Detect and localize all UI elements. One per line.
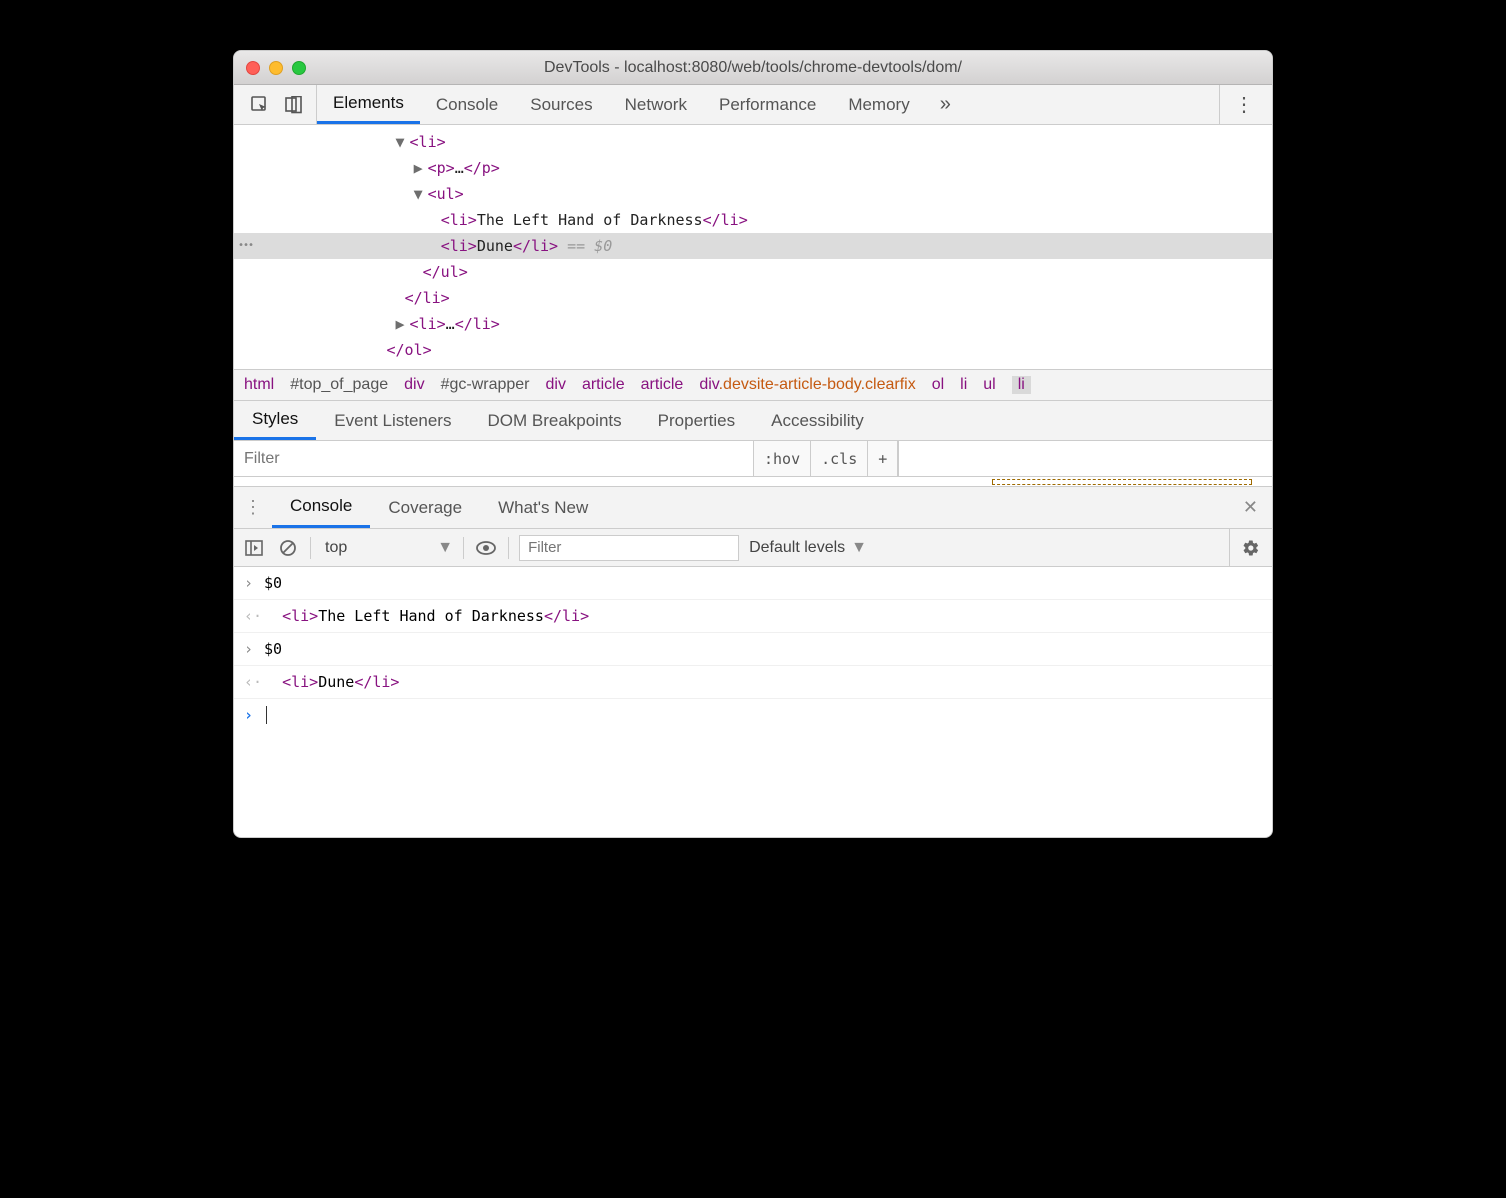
styles-filter-input[interactable] <box>234 441 754 476</box>
crumb[interactable]: div <box>546 376 566 394</box>
zoom-icon[interactable] <box>292 61 306 75</box>
window-title: DevTools - localhost:8080/web/tools/chro… <box>234 59 1272 77</box>
console-settings-icon[interactable] <box>1229 529 1264 566</box>
tab-styles[interactable]: Styles <box>234 401 316 440</box>
crumb[interactable]: ol <box>932 376 944 394</box>
dom-line[interactable]: ▼<ul> <box>234 181 1272 207</box>
devtools-window: DevTools - localhost:8080/web/tools/chro… <box>233 50 1273 838</box>
crumb[interactable]: article <box>641 376 684 394</box>
new-style-button[interactable]: + <box>868 441 898 476</box>
minimize-icon[interactable] <box>269 61 283 75</box>
drawer-tab-coverage[interactable]: Coverage <box>370 487 480 528</box>
context-label: top <box>325 539 347 557</box>
main-toolbar: Elements Console Sources Network Perform… <box>234 85 1272 125</box>
tab-memory[interactable]: Memory <box>832 85 925 124</box>
crumb[interactable]: #gc-wrapper <box>441 376 530 394</box>
console-sidebar-icon[interactable] <box>242 536 266 560</box>
tab-event-listeners[interactable]: Event Listeners <box>316 401 469 440</box>
styles-tabrow: Styles Event Listeners DOM Breakpoints P… <box>234 401 1272 441</box>
crumb[interactable]: #top_of_page <box>290 376 388 394</box>
dom-breadcrumb: html #top_of_page div #gc-wrapper div ar… <box>234 369 1272 401</box>
tab-sources[interactable]: Sources <box>514 85 608 124</box>
tab-accessibility[interactable]: Accessibility <box>753 401 882 440</box>
clear-console-icon[interactable] <box>276 536 300 560</box>
input-chevron-icon: › <box>244 637 264 661</box>
hov-button[interactable]: :hov <box>754 441 811 476</box>
close-icon[interactable] <box>246 61 260 75</box>
drawer-menu-icon[interactable]: ⋮ <box>234 497 272 518</box>
input-chevron-icon: › <box>244 571 264 595</box>
output-chevron-icon: ‹· <box>244 604 264 628</box>
tab-elements[interactable]: Elements <box>317 85 420 124</box>
tab-performance[interactable]: Performance <box>703 85 832 124</box>
box-model-preview <box>992 479 1252 485</box>
device-toolbar-icon[interactable] <box>280 91 308 119</box>
dom-line[interactable]: </ol> <box>234 337 1272 363</box>
crumb[interactable]: div <box>404 376 424 394</box>
crumb-active[interactable]: li <box>1012 376 1031 394</box>
console-toolbar: top ▼ Default levels ▼ <box>234 529 1272 567</box>
tab-console[interactable]: Console <box>420 85 514 124</box>
styles-body <box>234 477 1272 487</box>
console-output[interactable]: › $0 ‹· <li>The Left Hand of Darkness</l… <box>234 567 1272 837</box>
dom-line-selected[interactable]: <li>Dune</li> == $0 <box>234 233 1272 259</box>
toolbar-left-icons <box>238 85 317 124</box>
context-selector[interactable]: top ▼ <box>321 539 453 557</box>
console-prompt[interactable]: › <box>234 699 1272 731</box>
main-tabs: Elements Console Sources Network Perform… <box>317 85 1219 124</box>
inspect-icon[interactable] <box>246 91 274 119</box>
tab-dom-breakpoints[interactable]: DOM Breakpoints <box>469 401 639 440</box>
console-filter-input[interactable] <box>519 535 739 561</box>
crumb[interactable]: article <box>582 376 625 394</box>
chevron-down-icon: ▼ <box>851 539 867 557</box>
tab-overflow-icon[interactable]: » <box>926 93 965 116</box>
crumb[interactable]: html <box>244 376 274 394</box>
log-levels-selector[interactable]: Default levels ▼ <box>749 539 867 557</box>
settings-menu-icon[interactable]: ⋮ <box>1219 85 1268 124</box>
console-output-line[interactable]: ‹· <li>Dune</li> <box>234 666 1272 699</box>
dom-line[interactable]: </li> <box>234 285 1272 311</box>
text-cursor <box>266 706 267 724</box>
dom-line[interactable]: ▶<li>…</li> <box>234 311 1272 337</box>
drawer-tab-whatsnew[interactable]: What's New <box>480 487 606 528</box>
titlebar: DevTools - localhost:8080/web/tools/chro… <box>234 51 1272 85</box>
dom-line[interactable]: ▶<p>…</p> <box>234 155 1272 181</box>
crumb[interactable]: div.devsite-article-body.clearfix <box>699 376 915 394</box>
console-input-line[interactable]: › $0 <box>234 633 1272 666</box>
live-expression-icon[interactable] <box>474 536 498 560</box>
prompt-chevron-icon: › <box>244 703 264 727</box>
console-output-line[interactable]: ‹· <li>The Left Hand of Darkness</li> <box>234 600 1272 633</box>
chevron-down-icon: ▼ <box>437 539 453 557</box>
drawer-close-icon[interactable]: ✕ <box>1229 497 1272 518</box>
drawer-tabrow: ⋮ Console Coverage What's New ✕ <box>234 487 1272 529</box>
elements-panel[interactable]: ▼<li> ▶<p>…</p> ▼<ul> <li>The Left Hand … <box>234 125 1272 369</box>
dom-line[interactable]: ▼<li> <box>234 129 1272 155</box>
tab-network[interactable]: Network <box>609 85 703 124</box>
output-chevron-icon: ‹· <box>244 670 264 694</box>
dom-line[interactable]: </ul> <box>234 259 1272 285</box>
tab-properties[interactable]: Properties <box>640 401 753 440</box>
cls-button[interactable]: .cls <box>811 441 868 476</box>
console-input-line[interactable]: › $0 <box>234 567 1272 600</box>
styles-filter-row: :hov .cls + <box>234 441 1272 477</box>
crumb[interactable]: li <box>960 376 967 394</box>
crumb[interactable]: ul <box>983 376 995 394</box>
traffic-lights <box>246 61 306 75</box>
dom-line[interactable]: <li>The Left Hand of Darkness</li> <box>234 207 1272 233</box>
drawer-tab-console[interactable]: Console <box>272 487 370 528</box>
